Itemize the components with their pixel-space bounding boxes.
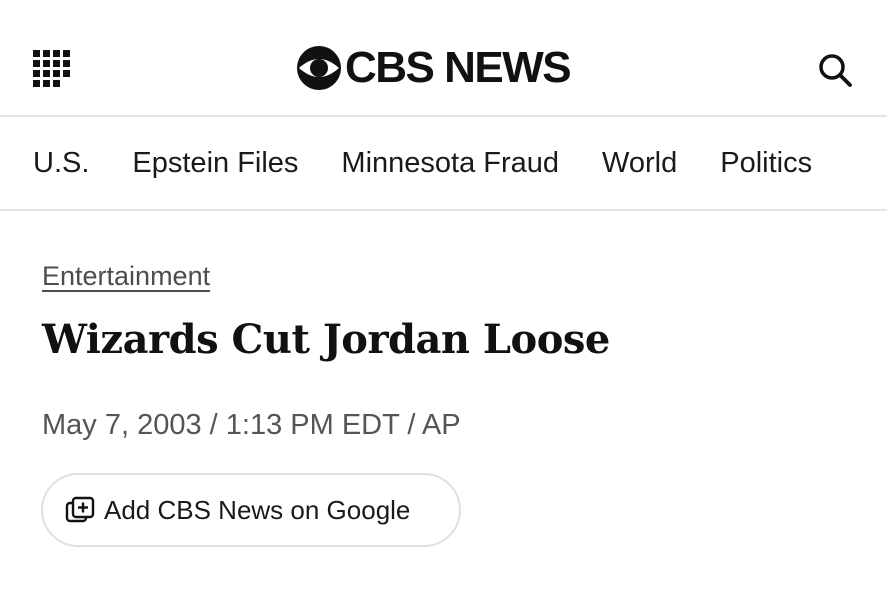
nav-item-epstein-files[interactable]: Epstein Files [132, 147, 298, 180]
nav-item-us[interactable]: U.S. [33, 147, 89, 180]
cbs-eye-icon [297, 46, 341, 90]
category-link[interactable]: Entertainment [42, 261, 210, 292]
grid-menu-icon[interactable] [33, 50, 71, 88]
nav-item-politics[interactable]: Politics [720, 147, 812, 180]
google-button-label: Add CBS News on Google [104, 494, 411, 525]
brand-name: CBS NEWS [345, 43, 572, 92]
search-icon[interactable] [816, 51, 854, 89]
nav-item-minnesota-fraud[interactable]: Minnesota Fraud [341, 147, 559, 180]
site-header: CBS NEWS [0, 0, 887, 117]
cbs-news-logo[interactable]: CBS NEWS [295, 43, 572, 92]
byline: May 7, 2003 / 1:13 PM EDT / AP [42, 409, 461, 441]
headline: Wizards Cut Jordan Loose [42, 316, 610, 363]
section-nav: U.S. Epstein Files Minnesota Fraud World… [0, 117, 887, 211]
add-cbs-on-google-button[interactable]: Add CBS News on Google [41, 473, 461, 547]
add-source-icon [65, 496, 95, 523]
nav-item-world[interactable]: World [602, 147, 677, 180]
